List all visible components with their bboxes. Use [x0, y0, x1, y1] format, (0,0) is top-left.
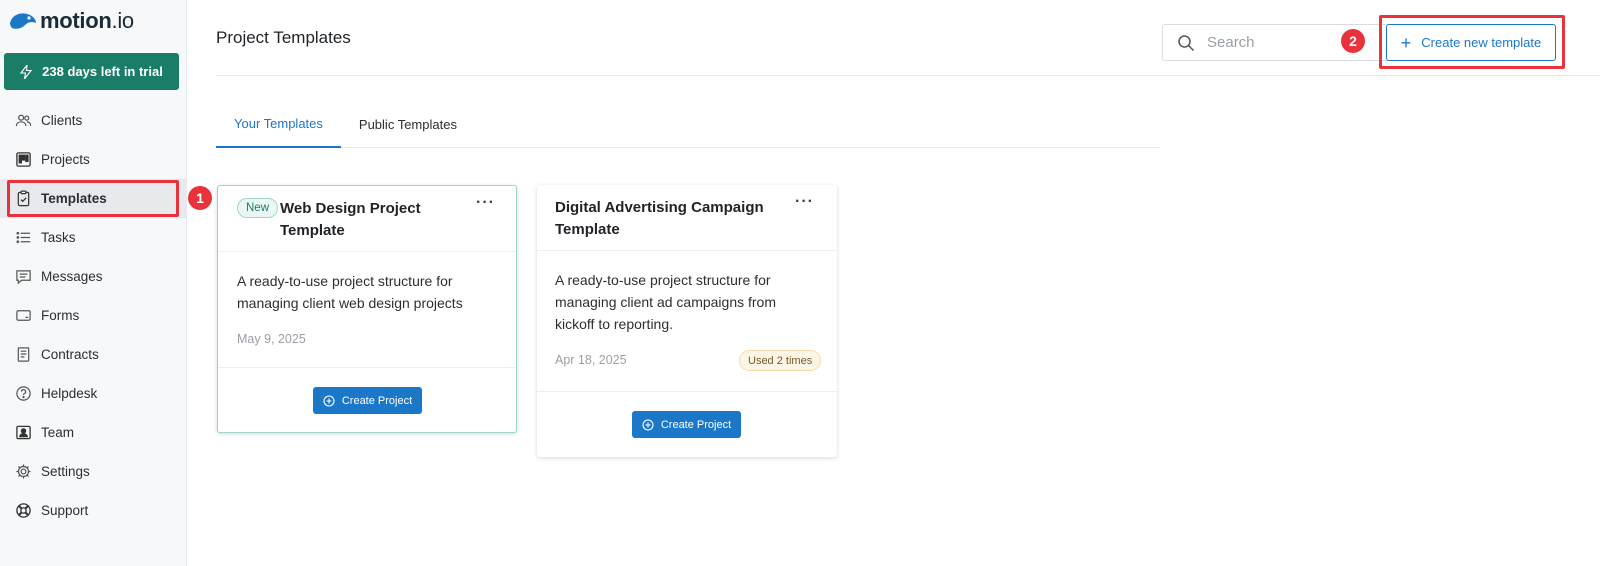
form-icon	[14, 307, 32, 325]
card-description: A ready-to-use project structure for man…	[555, 272, 777, 332]
document-icon	[14, 346, 32, 364]
lifebuoy-icon	[14, 502, 32, 520]
trial-label: 238 days left in trial	[42, 64, 163, 79]
card-title[interactable]: Web Design Project Template	[280, 198, 455, 242]
message-icon	[14, 268, 32, 286]
logo-icon	[10, 13, 36, 29]
sidebar-item-team[interactable]: Team	[0, 413, 186, 452]
search-icon	[1178, 34, 1195, 51]
sidebar-nav: Clients Projects Templates Tasks Message…	[0, 101, 186, 530]
create-project-button[interactable]: Create Project	[313, 387, 422, 414]
sidebar-item-contracts[interactable]: Contracts	[0, 335, 186, 374]
create-template-highlight-box	[1379, 15, 1565, 69]
card-title[interactable]: Digital Advertising Campaign Template	[555, 197, 775, 241]
sidebar-item-messages[interactable]: Messages	[0, 257, 186, 296]
card-footer: Create Project	[537, 391, 837, 457]
trial-days-button[interactable]: 238 days left in trial	[4, 53, 179, 90]
tab-your-templates[interactable]: Your Templates	[216, 100, 341, 148]
sidebar-item-support[interactable]: Support	[0, 491, 186, 530]
card-footer: Create Project	[218, 367, 516, 433]
sidebar-item-settings[interactable]: Settings	[0, 452, 186, 491]
more-options-icon[interactable]: ···	[476, 195, 495, 211]
sidebar: motion.io 238 days left in trial Clients…	[0, 0, 187, 566]
team-icon	[14, 424, 32, 442]
plus-circle-icon	[642, 418, 654, 431]
lightning-icon	[20, 64, 33, 79]
usage-badge: Used 2 times	[739, 350, 822, 371]
sidebar-item-projects[interactable]: Projects	[0, 140, 186, 179]
gear-icon	[14, 463, 32, 481]
card-date: May 9, 2025	[237, 332, 306, 346]
card-header: Digital Advertising Campaign Template ··…	[537, 185, 837, 251]
new-badge: New	[237, 198, 279, 218]
sidebar-item-clients[interactable]: Clients	[0, 101, 186, 140]
card-description: A ready-to-use project structure for man…	[237, 273, 463, 311]
card-header: New Web Design Project Template ···	[218, 186, 516, 252]
create-project-button[interactable]: Create Project	[632, 411, 741, 438]
template-card-digital-advertising[interactable]: Digital Advertising Campaign Template ··…	[537, 185, 837, 457]
sidebar-item-tasks[interactable]: Tasks	[0, 218, 186, 257]
header-divider	[216, 75, 1600, 76]
sidebar-item-helpdesk[interactable]: Helpdesk	[0, 374, 186, 413]
app-logo[interactable]: motion.io	[8, 8, 134, 34]
plus-circle-icon	[323, 394, 335, 407]
template-tabs: Your Templates Public Templates	[216, 100, 1160, 148]
users-icon	[14, 112, 32, 130]
card-date: Apr 18, 2025	[555, 353, 627, 367]
more-options-icon[interactable]: ···	[795, 194, 814, 210]
templates-highlight-box	[7, 180, 179, 217]
kanban-icon	[14, 151, 32, 169]
step-badge-1: 1	[188, 186, 212, 210]
template-card-web-design[interactable]: New Web Design Project Template ··· A re…	[217, 185, 517, 433]
list-icon	[14, 229, 32, 247]
step-badge-2: 2	[1341, 29, 1365, 53]
question-icon	[14, 385, 32, 403]
sidebar-item-forms[interactable]: Forms	[0, 296, 186, 335]
logo-text: motion.io	[40, 8, 134, 33]
search-input[interactable]	[1207, 34, 1357, 51]
tab-public-templates[interactable]: Public Templates	[341, 100, 475, 148]
page-title: Project Templates	[216, 28, 351, 47]
